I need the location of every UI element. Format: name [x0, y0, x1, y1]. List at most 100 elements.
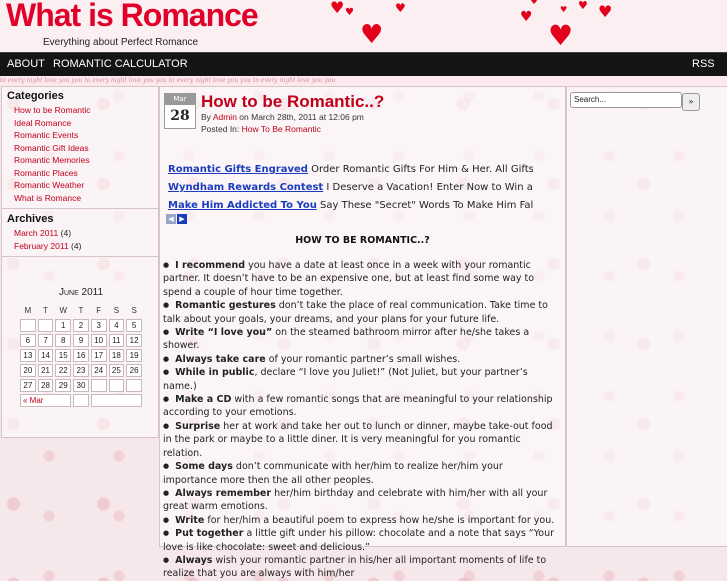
post-author-link[interactable]: Admin [213, 112, 237, 122]
post-date-badge: Mar 28 [164, 93, 196, 129]
calendar-prev-cell: « Mar [20, 394, 72, 407]
calendar-day-cell: 8 [55, 334, 72, 347]
category-link[interactable]: Romantic Memories [14, 155, 90, 165]
calendar-day-cell: 20 [20, 364, 36, 377]
post-meta: By Admin on March 28th, 2011 at 12:06 pm [201, 112, 364, 122]
list-item-bold: Put together [175, 528, 244, 540]
calendar-day-cell: 27 [20, 379, 36, 392]
archive-link[interactable]: February 2011 [14, 241, 69, 251]
calendar-day-cell: 21 [37, 364, 54, 377]
archive-link[interactable]: March 2011 [14, 228, 58, 238]
site-tagline: Everything about Perfect Romance [43, 37, 199, 48]
calendar-day-cell: 15 [55, 349, 72, 362]
divider [2, 256, 158, 257]
category-item: Romantic Memories [14, 154, 158, 167]
post-heading: HOW TO BE ROMANTIC..? [295, 235, 430, 246]
calendar-week: 6 7 8 9 10 11 12 [20, 334, 142, 347]
calendar-table: M T W T F S S 1 2 3 4 5 6 7 8 9 10 11 12 13 14 15 16 17 1… [18, 301, 144, 409]
search-button[interactable]: » [682, 93, 700, 111]
site-header: ♥ ♥ ♥ ♥ ♥ ♥ ♥ ♥ ♥ ♥ What is Romance Ever… [0, 0, 727, 52]
right-sidebar: Search... » [566, 86, 727, 547]
category-item: Romantic Events [14, 129, 158, 142]
category-link[interactable]: Romantic Places [14, 168, 78, 178]
list-item-bold: Surprise [175, 420, 221, 432]
list-item-bold: Write [175, 514, 205, 526]
calendar-day-cell: 28 [37, 379, 54, 392]
calendar-caption: June 2011 [58, 287, 104, 298]
list-item-bold: Always take care [175, 353, 266, 365]
post-title[interactable]: How to be Romantic..? [201, 92, 384, 112]
main-content: Mar 28 How to be Romantic..? By Admin on… [159, 86, 566, 579]
post-date-month: Mar [165, 94, 195, 105]
calendar-day-cell: 14 [37, 349, 54, 362]
archive-count: (4) [60, 228, 72, 238]
ad-text: Say These "Secret" Words To Make Him Fal… [320, 200, 533, 211]
heart-icon: ♥ [395, 1, 406, 15]
category-link[interactable]: How to be Romantic [14, 105, 91, 115]
ad-link[interactable]: Romantic Gifts Engraved [168, 164, 308, 175]
posted-in-label: Posted In: [201, 124, 240, 134]
nav-item-romantic-calculator[interactable]: ROMANTIC CALCULATOR [53, 58, 188, 70]
category-link[interactable]: Ideal Romance [14, 118, 71, 128]
calendar-day-cell: 22 [55, 364, 72, 377]
calendar-day-cell: 2 [73, 319, 89, 332]
post-category-link[interactable]: How To Be Romantic [242, 124, 321, 134]
calendar-next-cell [90, 394, 142, 407]
calendar-day-cell: 29 [55, 379, 72, 392]
site-title[interactable]: What is Romance [6, 0, 259, 34]
list-item: Put together a little gift under his pil… [163, 527, 560, 554]
category-item: Romantic Weather [14, 179, 158, 192]
list-item-text: of your romantic partner’s small wishes. [265, 353, 461, 365]
category-link[interactable]: What is Romance [14, 193, 81, 203]
ad-link[interactable]: Wyndham Rewards Contest [168, 182, 323, 193]
ad-text: Order Romantic Gifts For Him & Her. All … [311, 164, 533, 175]
main-nav: ABOUT ROMANTIC CALCULATOR RSS [0, 52, 727, 77]
category-item: Ideal Romance [14, 117, 158, 130]
ad-text: I Deserve a Vacation! Enter Now to Win a… [326, 182, 533, 193]
list-item-bold: Make a CD [175, 394, 232, 406]
category-item: How to be Romantic [14, 104, 158, 117]
calendar-day-cell: 24 [90, 364, 107, 377]
calendar-week: 12345 [20, 319, 142, 332]
ad-link[interactable]: Make Him Addicted To You [168, 200, 317, 211]
chevron-left-icon[interactable]: ◀ [166, 214, 176, 224]
heart-icon: ♥ [520, 9, 533, 25]
category-link[interactable]: Romantic Weather [14, 180, 84, 190]
calendar-day-cell: 26 [126, 364, 142, 377]
nav-item-about[interactable]: ABOUT [7, 58, 45, 70]
category-item: Romantic Gift Ideas [14, 142, 158, 155]
calendar-prev-link[interactable]: « Mar [23, 396, 43, 405]
weekday-header: W [59, 305, 68, 315]
category-link[interactable]: Romantic Gift Ideas [14, 143, 89, 153]
category-item: Romantic Places [14, 167, 158, 180]
calendar-day-cell [90, 379, 107, 392]
archives-title: Archives [7, 213, 54, 225]
calendar-day-cell [37, 319, 54, 332]
category-link[interactable]: Romantic Events [14, 130, 78, 140]
categories-title: Categories [7, 90, 64, 102]
calendar-day-cell: 18 [108, 349, 125, 362]
calendar-day-cell: 17 [90, 349, 107, 362]
heart-icon: ♥ [548, 19, 574, 52]
list-item: Always remember her/him birthday and cel… [163, 487, 560, 514]
calendar-day-cell: 9 [73, 334, 89, 347]
search-input[interactable]: Search... [570, 92, 682, 108]
calendar-day-cell: 4 [108, 319, 125, 332]
calendar-week: 27 28 29 30 [20, 379, 142, 392]
list-item-bold: Always [175, 554, 213, 566]
calendar-day-cell [20, 319, 36, 332]
calendar-day-cell [108, 379, 125, 392]
list-item-bold: I recommend [175, 260, 246, 271]
calendar-day-cell: 23 [73, 364, 89, 377]
calendar-day-cell: 12 [126, 334, 142, 347]
list-item: Some days don’t communicate with her/him… [163, 460, 560, 487]
rss-link[interactable]: RSS [692, 58, 715, 70]
calendar-widget: June 2011 M T W T F S S 1 2 3 4 5 6 7 8 9 10 11 12 1… [18, 287, 144, 409]
archives-list: March 2011 (4) February 2011 (4) [14, 227, 158, 252]
ad-row: Romantic Gifts Engraved Order Romantic G… [168, 161, 533, 179]
chevron-right-icon[interactable]: ▶ [177, 214, 187, 224]
heart-icon: ♥ [345, 7, 354, 18]
list-item: Write “I love you” on the steamed bathro… [163, 326, 560, 353]
post-body-list: I recommend you have a date at least onc… [163, 259, 560, 581]
archive-item: February 2011 (4) [14, 240, 158, 253]
